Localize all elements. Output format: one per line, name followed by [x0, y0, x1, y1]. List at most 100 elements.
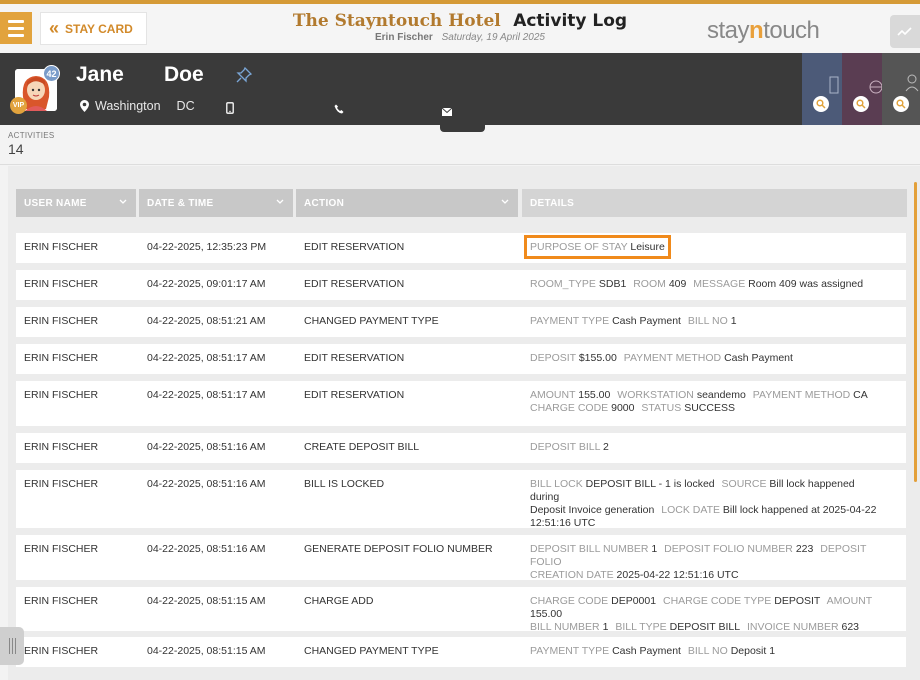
- column-header-label: ACTION: [304, 197, 345, 209]
- guest-count-badge: 42: [43, 65, 60, 82]
- detail-key: ROOM_TYPE: [530, 278, 596, 290]
- grip-line: [8, 638, 10, 654]
- detail-value: SDB1: [598, 278, 627, 290]
- detail-key: PAYMENT TYPE: [530, 645, 610, 657]
- detail-value: Bill lock happened at 2025-04-22: [722, 504, 877, 516]
- search-icon: [853, 96, 869, 112]
- drawer-handle[interactable]: [0, 627, 24, 665]
- detail-key: BILL LOCK: [530, 478, 583, 490]
- pin-icon[interactable]: [236, 66, 253, 88]
- detail-value: 623: [841, 621, 860, 633]
- stayntouch-logo: stayntouch: [707, 17, 820, 45]
- room-card[interactable]: [802, 53, 842, 125]
- detail-key: STATUS: [641, 402, 682, 414]
- divider: [0, 164, 920, 165]
- hotel-name: The Stayntouch Hotel: [292, 11, 501, 31]
- row-date: 04-22-2025, 08:51:15 AM: [147, 595, 266, 607]
- row-details: CHARGE CODE DEP0001 CHARGE CODE TYPE DEP…: [530, 595, 890, 634]
- detail-value: Leisure: [630, 241, 665, 253]
- row-action: CHARGE ADD: [304, 595, 374, 607]
- vip-badge: VIP: [10, 97, 27, 114]
- row-user: ERIN FISCHER: [24, 595, 99, 607]
- row-details: DEPOSIT BILL NUMBER 1 DEPOSIT FOLIO NUMB…: [530, 543, 890, 582]
- row-date: 04-22-2025, 08:51:17 AM: [147, 352, 266, 364]
- business-date: Saturday, 19 April 2025: [441, 32, 545, 43]
- row-date: 04-22-2025, 08:51:21 AM: [147, 315, 266, 327]
- row-action: EDIT RESERVATION: [304, 278, 405, 290]
- row-user: ERIN FISCHER: [24, 278, 99, 290]
- scrollbar[interactable]: [914, 182, 917, 482]
- row-details: DEPOSIT BILL 2: [530, 441, 890, 454]
- detail-value: DEPOSIT BILL: [669, 621, 741, 633]
- guest-state: DC: [176, 99, 195, 113]
- detail-value: Deposit Invoice generation: [530, 504, 655, 516]
- detail-value: 9000: [611, 402, 635, 414]
- detail-value: DEPOSIT: [774, 595, 821, 607]
- detail-value: 155.00: [530, 608, 563, 620]
- top-header: « STAY CARD The Stayntouch Hotel Activit…: [0, 0, 920, 53]
- guest-last-name[interactable]: Doe: [164, 63, 204, 87]
- detail-value: Deposit 1: [730, 645, 776, 657]
- detail-key: PAYMENT METHOD: [752, 389, 851, 401]
- column-header-user[interactable]: USER NAME: [16, 189, 136, 217]
- detail-value: 2025-04-22 12:51:16 UTC: [616, 569, 739, 581]
- detail-key: DEPOSIT BILL: [530, 441, 601, 453]
- table-row: ERIN FISCHER 04-22-2025, 08:51:17 AM EDI…: [16, 344, 906, 374]
- guests-card[interactable]: [882, 53, 920, 125]
- detail-key: PAYMENT TYPE: [530, 315, 610, 327]
- row-details: PAYMENT TYPE Cash Payment BILL NO 1: [530, 315, 890, 328]
- grip-line: [14, 638, 16, 654]
- current-user: Erin Fischer: [375, 32, 433, 43]
- detail-key: LOCK DATE: [661, 504, 720, 516]
- detail-key: WORKSTATION: [617, 389, 694, 401]
- detail-value: seandemo: [696, 389, 746, 401]
- detail-key: MESSAGE: [693, 278, 746, 290]
- phone-icon[interactable]: [334, 101, 344, 119]
- row-user: ERIN FISCHER: [24, 241, 99, 253]
- detail-key: INVOICE NUMBER: [746, 621, 839, 633]
- mobile-phone-icon[interactable]: [226, 101, 234, 119]
- detail-value: DEP0001: [611, 595, 657, 607]
- row-user: ERIN FISCHER: [24, 478, 99, 490]
- detail-value: SUCCESS: [684, 402, 735, 414]
- activities-label: ACTIVITIES: [8, 131, 55, 140]
- detail-value: Cash Payment: [724, 352, 793, 364]
- detail-key: BILL NO: [687, 645, 728, 657]
- row-details: PURPOSE OF STAY Leisure: [524, 235, 671, 259]
- column-header-action[interactable]: ACTION: [296, 189, 518, 217]
- page-title: Activity Log: [513, 11, 628, 31]
- detail-key: DEPOSIT BILL NUMBER: [530, 543, 649, 555]
- detail-key: CHARGE CODE: [530, 402, 609, 414]
- table-row: ERIN FISCHER 04-22-2025, 08:51:15 AM CHA…: [16, 587, 906, 634]
- table-row: ERIN FISCHER 04-22-2025, 08:51:17 AM EDI…: [16, 381, 906, 426]
- detail-value: 409: [668, 278, 687, 290]
- detail-key: PURPOSE OF STAY: [530, 241, 628, 253]
- row-action: BILL IS LOCKED: [304, 478, 385, 490]
- column-header-label: USER NAME: [24, 197, 87, 209]
- row-user: ERIN FISCHER: [24, 543, 99, 555]
- row-details: BILL LOCK DEPOSIT BILL - 1 is locked SOU…: [530, 478, 890, 530]
- detail-key: SOURCE: [721, 478, 767, 490]
- search-icon: [893, 96, 909, 112]
- guest-first-name[interactable]: Jane: [76, 63, 124, 87]
- globe-card[interactable]: [842, 53, 882, 125]
- detail-key: ROOM: [633, 278, 666, 290]
- detail-key: CHARGE CODE TYPE: [662, 595, 772, 607]
- row-user: ERIN FISCHER: [24, 441, 99, 453]
- guest-bar-toggle[interactable]: [440, 118, 485, 132]
- row-date: 04-22-2025, 08:51:17 AM: [147, 389, 266, 401]
- chevron-down-icon: [501, 199, 509, 204]
- detail-value: 155.00: [578, 389, 611, 401]
- chevron-down-icon: [119, 199, 127, 204]
- detail-value: $155.00: [578, 352, 617, 364]
- row-details: PAYMENT TYPE Cash Payment BILL NO Deposi…: [530, 645, 890, 658]
- table-row: ERIN FISCHER 04-22-2025, 09:01:17 AM EDI…: [16, 270, 906, 300]
- location-pin-icon: [80, 100, 89, 112]
- highlighted-detail: PURPOSE OF STAY Leisure: [524, 235, 671, 259]
- column-header-date[interactable]: DATE & TIME: [139, 189, 293, 217]
- row-date: 04-22-2025, 08:51:15 AM: [147, 645, 266, 657]
- detail-value: 1: [730, 315, 737, 327]
- logo-part: n: [749, 17, 764, 44]
- guest-city: Washington: [95, 99, 161, 113]
- activity-chart-button[interactable]: [890, 15, 920, 48]
